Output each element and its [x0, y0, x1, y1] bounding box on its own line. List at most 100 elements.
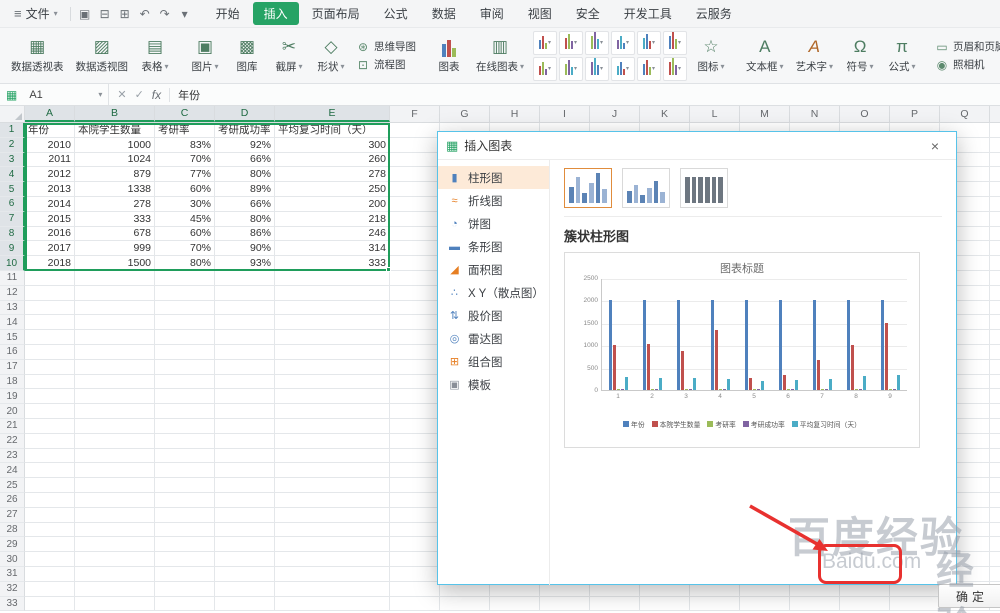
cell-D4[interactable]: 80% — [215, 167, 275, 182]
cell-R24[interactable] — [990, 463, 1000, 478]
row-header-21[interactable]: 21 — [0, 419, 25, 434]
cell-E5[interactable]: 250 — [275, 182, 390, 197]
cell-B10[interactable]: 1500 — [75, 256, 155, 271]
cell-B9[interactable]: 999 — [75, 241, 155, 256]
dialog-sidebar-template[interactable]: ▣模板 — [438, 373, 549, 396]
cell-F14[interactable] — [390, 315, 440, 330]
cell-C1[interactable]: 考研率 — [155, 123, 215, 138]
col-header-Q[interactable]: Q — [940, 106, 990, 122]
tab-数据[interactable]: 数据 — [421, 2, 467, 25]
row-header-8[interactable]: 8 — [0, 227, 25, 242]
cell-R30[interactable] — [990, 552, 1000, 567]
cell-A8[interactable]: 2016 — [25, 227, 75, 242]
cell-D21[interactable] — [215, 419, 275, 434]
ribbon-pivot-table-button[interactable]: ▦数据透视表 — [6, 30, 69, 81]
row-header-29[interactable]: 29 — [0, 537, 25, 552]
cell-A4[interactable]: 2012 — [25, 167, 75, 182]
cell-A26[interactable] — [25, 493, 75, 508]
cell-E4[interactable]: 278 — [275, 167, 390, 182]
cell-A24[interactable] — [25, 463, 75, 478]
col-header-J[interactable]: J — [590, 106, 640, 122]
col-header-F[interactable]: F — [390, 106, 440, 122]
insert-function-icon[interactable]: fx — [152, 88, 161, 102]
chevron-down-icon[interactable]: ▾ — [175, 4, 195, 24]
row-header-22[interactable]: 22 — [0, 434, 25, 449]
cell-A20[interactable] — [25, 404, 75, 419]
cell-C3[interactable]: 70% — [155, 153, 215, 168]
cell-D8[interactable]: 86% — [215, 227, 275, 242]
cell-C6[interactable]: 30% — [155, 197, 215, 212]
cell-A22[interactable] — [25, 434, 75, 449]
ribbon-gallery-button[interactable]: ▩图库 — [227, 30, 267, 81]
ribbon-pivot-chart-button[interactable]: ▨数据透视图 — [71, 30, 134, 81]
cell-C22[interactable] — [155, 434, 215, 449]
dialog-sidebar-scatter[interactable]: ∴X Y（散点图） — [438, 281, 549, 304]
cell-F2[interactable] — [390, 138, 440, 153]
cell-A17[interactable] — [25, 360, 75, 375]
cell-F16[interactable] — [390, 345, 440, 360]
chart-type-mini-11[interactable]: ▾ — [663, 57, 687, 81]
cell-C30[interactable] — [155, 552, 215, 567]
cell-D31[interactable] — [215, 567, 275, 582]
cell-B18[interactable] — [75, 375, 155, 390]
col-header-A[interactable]: A — [25, 106, 75, 122]
cell-E30[interactable] — [275, 552, 390, 567]
cell-D12[interactable] — [215, 286, 275, 301]
cell-C10[interactable]: 80% — [155, 256, 215, 271]
chart-type-mini-1[interactable]: ▾ — [559, 31, 583, 55]
tab-安全[interactable]: 安全 — [565, 2, 611, 25]
cell-D13[interactable] — [215, 301, 275, 316]
col-header-G[interactable]: G — [440, 106, 490, 122]
cell-E2[interactable]: 300 — [275, 138, 390, 153]
cell-C11[interactable] — [155, 271, 215, 286]
cell-D32[interactable] — [215, 582, 275, 597]
cell-D23[interactable] — [215, 449, 275, 464]
cell-F11[interactable] — [390, 271, 440, 286]
cell-E20[interactable] — [275, 404, 390, 419]
cell-E18[interactable] — [275, 375, 390, 390]
cell-A10[interactable]: 2018 — [25, 256, 75, 271]
cell-F3[interactable] — [390, 153, 440, 168]
cell-F17[interactable] — [390, 360, 440, 375]
chart-type-mini-9[interactable]: ▾ — [611, 57, 635, 81]
cell-E8[interactable]: 246 — [275, 227, 390, 242]
cell-R2[interactable] — [990, 138, 1000, 153]
row-header-18[interactable]: 18 — [0, 375, 25, 390]
row-header-23[interactable]: 23 — [0, 449, 25, 464]
cell-B2[interactable]: 1000 — [75, 138, 155, 153]
cell-A32[interactable] — [25, 582, 75, 597]
tab-开发工具[interactable]: 开发工具 — [613, 2, 683, 25]
dialog-sidebar-column[interactable]: ▮柱形图 — [438, 166, 549, 189]
cell-E25[interactable] — [275, 478, 390, 493]
ribbon-omega-button[interactable]: Ω符号▾ — [840, 30, 880, 81]
col-header-L[interactable]: L — [690, 106, 740, 122]
cell-A23[interactable] — [25, 449, 75, 464]
redo-icon[interactable]: ↷ — [155, 4, 175, 24]
cell-D17[interactable] — [215, 360, 275, 375]
cell-R11[interactable] — [990, 271, 1000, 286]
row-header-9[interactable]: 9 — [0, 241, 25, 256]
cell-F1[interactable] — [390, 123, 440, 138]
row-header-27[interactable]: 27 — [0, 508, 25, 523]
cell-B17[interactable] — [75, 360, 155, 375]
col-header-B[interactable]: B — [75, 106, 155, 122]
dialog-sidebar-pie[interactable]: ◔饼图 — [438, 212, 549, 235]
cell-E23[interactable] — [275, 449, 390, 464]
tab-审阅[interactable]: 审阅 — [469, 2, 515, 25]
ribbon-pi-button[interactable]: π公式▾ — [882, 30, 922, 81]
select-all-corner[interactable] — [0, 106, 25, 122]
cell-B1[interactable]: 本院学生数量 — [75, 123, 155, 138]
cell-E3[interactable]: 260 — [275, 153, 390, 168]
cell-E9[interactable]: 314 — [275, 241, 390, 256]
cell-C2[interactable]: 83% — [155, 138, 215, 153]
cell-D11[interactable] — [215, 271, 275, 286]
cell-A29[interactable] — [25, 537, 75, 552]
cell-J33[interactable] — [590, 597, 640, 612]
chart-thumbnail-100-stacked-column[interactable] — [680, 168, 728, 208]
cell-F29[interactable] — [390, 537, 440, 552]
ribbon-header-footer-button[interactable]: ▭页眉和页脚 — [935, 39, 1000, 54]
cell-E26[interactable] — [275, 493, 390, 508]
cell-F33[interactable] — [390, 597, 440, 612]
cell-B7[interactable]: 333 — [75, 212, 155, 227]
cell-F12[interactable] — [390, 286, 440, 301]
